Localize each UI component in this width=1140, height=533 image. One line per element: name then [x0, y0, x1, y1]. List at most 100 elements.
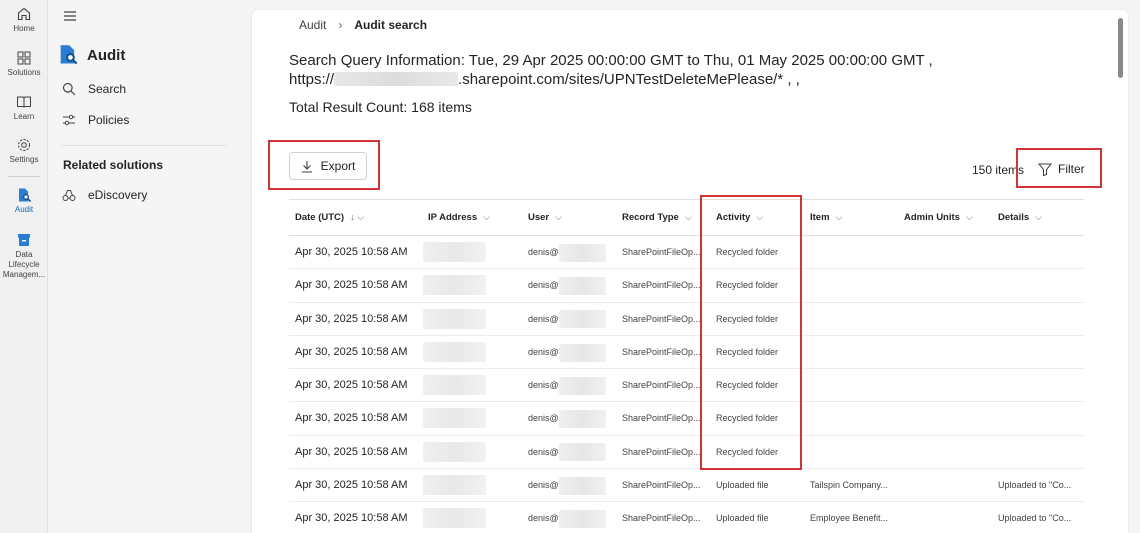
nav-item-search[interactable]: Search: [62, 82, 126, 96]
column-header-label: Details: [998, 212, 1030, 223]
cell-admin-units: [904, 236, 992, 269]
sliders-icon: [63, 114, 75, 126]
nav-item-label: eDiscovery: [88, 188, 148, 202]
nav-item-label: Policies: [88, 113, 130, 127]
cell-user: denis@: [528, 236, 616, 269]
cell-details: [998, 236, 1086, 269]
hamburger-menu-button[interactable]: [63, 9, 77, 27]
cell-user: denis@: [528, 269, 616, 302]
chevron-down-icon: ⌵: [965, 212, 973, 222]
home-icon: [17, 7, 31, 21]
cell-details: Uploaded to "Co...: [998, 513, 1072, 524]
redacted-ip-address: [423, 308, 486, 329]
column-header-label: Record Type: [622, 212, 679, 223]
search-query-info: Search Query Information: Tue, 29 Apr 20…: [289, 51, 989, 89]
column-header-item[interactable]: Item ⌵: [810, 212, 842, 223]
rail-label: Settings: [9, 155, 39, 164]
filter-button[interactable]: Filter: [1032, 156, 1091, 182]
query-line-2: https:// .sharepoint.com/sites/UPNTestDel…: [289, 70, 989, 89]
redacted-ip-address: [423, 275, 486, 296]
table-row[interactable]: Apr 30, 2025 10:58 AM denis@ SharePointFil…: [289, 336, 1084, 370]
table-row[interactable]: Apr 30, 2025 10:58 AM denis@ SharePointFil…: [289, 236, 1086, 270]
cell-item: [810, 269, 898, 302]
column-header-label: Item: [810, 212, 830, 223]
column-header-label: Activity: [716, 212, 751, 223]
column-header-details[interactable]: Details ⌵: [998, 212, 1042, 223]
breadcrumb-parent[interactable]: Audit: [299, 18, 326, 32]
archive-icon: [18, 234, 30, 246]
rail-label: Audit: [14, 205, 34, 214]
cell-date: Apr 30, 2025 10:58 AM: [295, 379, 408, 392]
cell-record-type: SharePointFileOp...: [622, 346, 701, 357]
cell-activity: Recycled folder: [716, 446, 779, 457]
redacted-text: [558, 243, 606, 262]
cell-user: denis@: [528, 402, 616, 435]
table-row[interactable]: Apr 30, 2025 10:58 AM denis@ SharePointFil…: [289, 502, 1084, 533]
cell-details: [998, 369, 1086, 402]
column-header-ip-address[interactable]: IP Address ⌵: [428, 212, 490, 223]
cell-record-type: SharePointFileOp...: [622, 280, 701, 291]
redacted-ip-address: [423, 508, 486, 529]
table-row[interactable]: Apr 30, 2025 10:58 AM denis@ SharePointFil…: [289, 369, 1086, 403]
table-row[interactable]: Apr 30, 2025 10:58 AM denis@ SharePointFil…: [289, 436, 1084, 470]
redacted-ip-address: [423, 242, 486, 262]
cell-user: denis@: [528, 336, 616, 369]
ediscovery-icon: [62, 190, 76, 201]
nav-item-ediscovery[interactable]: eDiscovery: [62, 188, 147, 202]
table-row[interactable]: Apr 30, 2025 10:58 AM denis@ SharePointFil…: [289, 402, 1084, 436]
nav-item-policies[interactable]: Policies: [62, 113, 129, 127]
cell-admin-units: [904, 436, 992, 469]
rail-item-home[interactable]: Home: [0, 6, 48, 34]
cell-item: Employee Benefit...: [810, 513, 889, 524]
cell-admin-units: [904, 269, 992, 302]
cell-details: [998, 303, 1086, 336]
cell-date: Apr 30, 2025 10:58 AM: [295, 445, 408, 458]
rail-label: Home: [13, 24, 35, 33]
query-line-1: Search Query Information: Tue, 29 Apr 20…: [289, 52, 933, 69]
cell-record-type: SharePointFileOp...: [622, 380, 701, 391]
rail-item-audit[interactable]: Audit: [0, 187, 48, 215]
rail-item-learn[interactable]: Learn: [0, 94, 48, 122]
cell-activity: Recycled folder: [716, 413, 779, 424]
rail-label: Learn: [13, 112, 35, 121]
table-row[interactable]: Apr 30, 2025 10:58 AM denis@ SharePointFil…: [289, 303, 1084, 336]
grid-icon: [17, 51, 31, 65]
redacted-text: [558, 476, 606, 495]
scrollbar[interactable]: [1118, 18, 1123, 78]
nav-pane: Audit Search Policies Related solutions …: [48, 0, 238, 533]
column-header-admin-units[interactable]: Admin Units ⌵: [904, 212, 973, 223]
chevron-down-icon: ⌵: [835, 212, 843, 222]
column-header-label: Date (UTC): [295, 212, 345, 223]
cell-date: Apr 30, 2025 10:58 AM: [295, 279, 408, 292]
redacted-ip-address: [423, 441, 486, 462]
user-text: denis@: [528, 413, 559, 424]
redacted-ip-address: [423, 475, 486, 496]
cell-item: [810, 436, 898, 469]
export-button[interactable]: Export: [289, 152, 367, 180]
table-row[interactable]: Apr 30, 2025 10:58 AM denis@ SharePointFil…: [289, 469, 1084, 503]
column-header-record-type[interactable]: Record Type ⌵: [622, 212, 692, 223]
column-header-date[interactable]: Date (UTC) ↓ ⌵: [295, 212, 364, 223]
column-header-label: Admin Units: [904, 212, 960, 223]
rail-item-settings[interactable]: Settings: [0, 137, 48, 165]
cell-record-type: SharePointFileOp...: [622, 446, 701, 457]
redacted-text: [558, 276, 606, 295]
user-text: denis@: [528, 346, 559, 357]
rail-item-data-lifecycle[interactable]: Data Lifecycle Managem...: [0, 232, 48, 280]
redacted-text: [558, 343, 606, 362]
table-row[interactable]: Apr 30, 2025 10:58 AM denis@ SharePointFil…: [289, 269, 1084, 303]
cell-item: [810, 303, 898, 336]
cell-activity: Recycled folder: [716, 280, 779, 291]
rail-item-solutions[interactable]: Solutions: [0, 50, 48, 78]
cell-record-type: SharePointFileOp...: [622, 313, 701, 324]
cell-user: denis@: [528, 303, 616, 336]
column-header-user[interactable]: User ⌵: [528, 212, 562, 223]
column-header-activity[interactable]: Activity ⌵: [716, 212, 763, 223]
chevron-down-icon: ⌵: [756, 212, 764, 222]
redacted-text: [558, 376, 606, 395]
cell-date: Apr 30, 2025 10:58 AM: [295, 479, 408, 492]
cell-admin-units: [904, 402, 992, 435]
cell-date: Apr 30, 2025 10:58 AM: [295, 512, 408, 525]
cell-admin-units: [904, 369, 992, 402]
cell-admin-units: [904, 502, 992, 533]
